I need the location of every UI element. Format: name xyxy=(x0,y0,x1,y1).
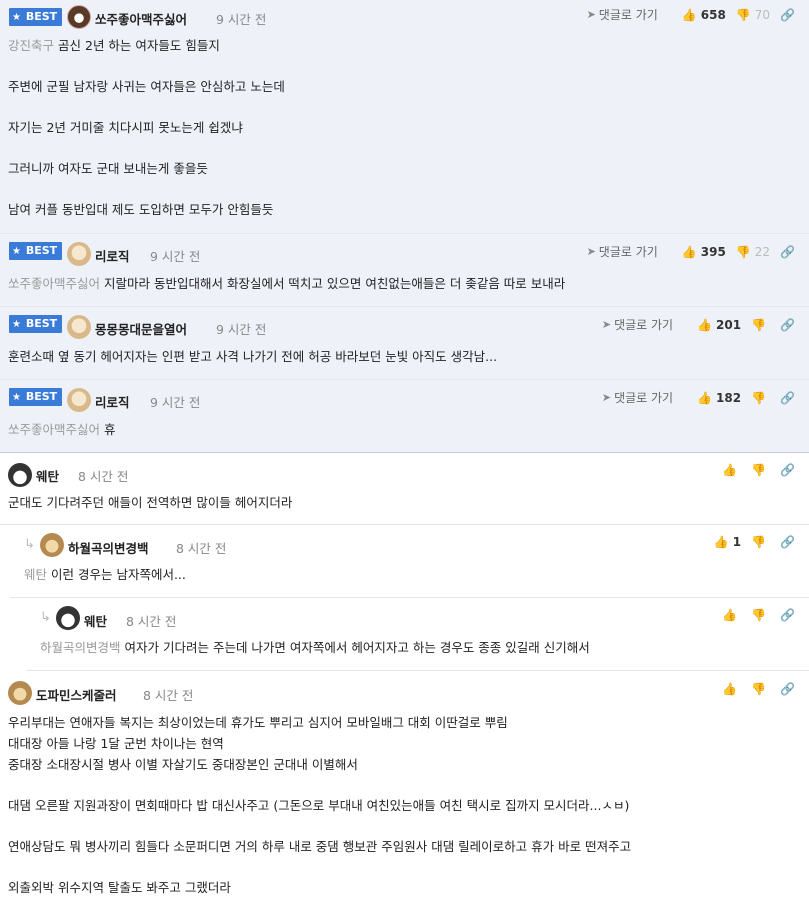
upvote-button[interactable]: 👍 xyxy=(722,608,741,622)
thumbs-down-icon: 👎 xyxy=(751,317,767,332)
send-arrow-icon: ➤ xyxy=(601,391,612,404)
downvote-button[interactable]: 👎 22 xyxy=(736,245,770,259)
upvote-button[interactable]: 👍 xyxy=(722,463,741,477)
comment-time: 9 시간 전 xyxy=(216,12,267,27)
link-icon: 🔗 xyxy=(780,463,795,477)
best-badge: ★ BEST xyxy=(9,8,63,26)
thumbs-down-icon: 👎 xyxy=(751,608,767,622)
send-arrow-icon: ➤ xyxy=(586,245,596,258)
thumbs-up-icon: 👍 xyxy=(697,317,713,332)
downvote-button[interactable]: 👎 xyxy=(751,391,770,405)
comment-body: 강진축구 곰신 2년 하는 여자들도 힘들지 주변에 군필 남자랑 사귀는 여자들… xyxy=(8,38,285,217)
link-icon: 🔗 xyxy=(780,608,795,622)
upvote-button[interactable]: 👍 xyxy=(722,682,741,696)
downvote-button[interactable]: 👎 70 xyxy=(736,8,770,22)
comment-best-3: ★ BEST 몽몽몽대문을열어 9 시간 전 ➤ 댓글로 가기 👍 201 👎 🔗 … xyxy=(0,307,809,380)
comment: 웨탄 8 시간 전 👍 👎 🔗 군대도 기다려주던 애들이 전역하면 많이들 헤… xyxy=(0,453,809,525)
send-arrow-icon: ➤ xyxy=(586,8,596,21)
mention[interactable]: 쏘주좋아맥주싫어 xyxy=(8,422,100,437)
mention[interactable]: 쏘주좋아맥주싫어 xyxy=(8,276,100,291)
reply-arrow-icon: ↳ xyxy=(40,610,51,625)
thumbs-up-icon: 👍 xyxy=(713,535,729,549)
comment-author[interactable]: 쏘주좋아맥주싫어 xyxy=(95,9,187,28)
comment-body: 우리부대는 연애자들 복지는 최상이었는데 휴가도 뿌리고 심지어 모바일배그 … xyxy=(8,715,632,895)
downvote-button[interactable]: 👎 xyxy=(751,535,770,549)
permalink-button[interactable]: 🔗 xyxy=(780,391,799,405)
thumbs-up-icon: 👍 xyxy=(681,7,697,22)
reply-link[interactable]: ➤ 댓글로 가기 xyxy=(587,6,658,23)
comment-best-2: ★ BEST 리로직 9 시간 전 ➤ 댓글로 가기 👍 395 👎 22 🔗 쏘주좋… xyxy=(0,234,809,307)
upvote-button[interactable]: 👍 658 xyxy=(682,8,726,22)
send-arrow-icon: ➤ xyxy=(601,318,612,331)
best-badge: ★ BEST xyxy=(9,388,63,406)
thumbs-down-icon: 👎 xyxy=(751,463,767,477)
comment-body: 쏘주좋아맥주싫어 휴 xyxy=(8,422,116,437)
reply-link[interactable]: ➤ 댓글로 가기 xyxy=(587,243,658,260)
comment-reply: ↳ 하월곡의변경백 8 시간 전 👍 1 👎 🔗 웨탄 이런 경우는 남자쪽에서..… xyxy=(10,525,809,598)
comment-body: 훈련소때 옆 동기 헤어지자는 인편 받고 사격 나가기 전에 허공 바라보던 … xyxy=(8,349,498,364)
star-icon: ★ xyxy=(12,392,21,403)
thumbs-up-icon: 👍 xyxy=(722,463,738,477)
permalink-button[interactable]: 🔗 xyxy=(780,608,799,622)
thumbs-up-icon: 👍 xyxy=(681,244,697,259)
permalink-button[interactable]: 🔗 xyxy=(780,8,799,22)
mention[interactable]: 하월곡의변경백 xyxy=(40,640,121,655)
link-icon: 🔗 xyxy=(780,535,795,549)
permalink-button[interactable]: 🔗 xyxy=(780,463,799,477)
thumbs-down-icon: 👎 xyxy=(751,390,767,405)
star-icon: ★ xyxy=(12,246,21,257)
avatar[interactable] xyxy=(67,5,91,29)
permalink-button[interactable]: 🔗 xyxy=(780,535,799,549)
downvote-button[interactable]: 👎 xyxy=(751,318,770,332)
comment: 도파민스케줄러 8 시간 전 👍 👎 🔗 우리부대는 연애자들 복지는 최상이었… xyxy=(0,671,809,905)
best-badge: ★ BEST xyxy=(9,315,63,333)
downvote-button[interactable]: 👎 xyxy=(751,608,770,622)
thumbs-down-icon: 👎 xyxy=(735,244,751,259)
thumbs-up-icon: 👍 xyxy=(722,682,738,696)
upvote-button[interactable]: 👍 201 xyxy=(697,318,741,332)
comment-body: 웨탄 이런 경우는 남자쪽에서... xyxy=(24,567,186,582)
thumbs-down-icon: 👎 xyxy=(735,7,751,22)
link-icon: 🔗 xyxy=(780,7,795,22)
thumbs-down-icon: 👎 xyxy=(751,682,767,696)
link-icon: 🔗 xyxy=(780,317,795,332)
upvote-button[interactable]: 👍 1 xyxy=(714,535,741,549)
link-icon: 🔗 xyxy=(780,682,795,696)
reply-link[interactable]: ➤ 댓글로 가기 xyxy=(602,316,673,333)
permalink-button[interactable]: 🔗 xyxy=(780,682,799,696)
downvote-button[interactable]: 👎 xyxy=(751,682,770,696)
comment-best-1: ★ BEST 쏘주좋아맥주싫어 9 시간 전 ➤ 댓글로 가기 👍 658 👎 70 … xyxy=(0,0,809,234)
comment-best-4: ★ BEST 리로직 9 시간 전 ➤ 댓글로 가기 👍 182 👎 🔗 쏘주좋아맥… xyxy=(0,380,809,453)
comment-body: 하월곡의변경백 여자가 기다려는 주는데 나가면 여자쪽에서 헤어지자고 하는 경… xyxy=(40,640,590,655)
comment-body: 쏘주좋아맥주싫어 지랄마라 동반입대해서 화장실에서 떡치고 있으면 여친없는애들… xyxy=(8,276,566,291)
best-badge: ★ BEST xyxy=(9,242,63,260)
star-icon: ★ xyxy=(12,12,21,23)
link-icon: 🔗 xyxy=(780,244,795,259)
link-icon: 🔗 xyxy=(780,390,795,405)
comment-body: 군대도 기다려주던 애들이 전역하면 많이들 헤어지더라 xyxy=(8,495,293,510)
thumbs-up-icon: 👍 xyxy=(722,608,738,622)
mention[interactable]: 강진축구 xyxy=(8,38,54,53)
reply-link[interactable]: ➤ 댓글로 가기 xyxy=(602,389,673,406)
reply-arrow-icon: ↳ xyxy=(24,537,35,552)
downvote-button[interactable]: 👎 xyxy=(751,463,770,477)
permalink-button[interactable]: 🔗 xyxy=(780,318,799,332)
mention[interactable]: 웨탄 xyxy=(24,567,47,582)
thumbs-down-icon: 👎 xyxy=(751,535,767,549)
thumbs-up-icon: 👍 xyxy=(697,390,713,405)
permalink-button[interactable]: 🔗 xyxy=(780,245,799,259)
star-icon: ★ xyxy=(12,319,21,330)
comment-reply: ↳ 웨탄 8 시간 전 👍 👎 🔗 하월곡의변경백 여자가 기다려는 주는데 나가… xyxy=(26,598,809,671)
upvote-button[interactable]: 👍 395 xyxy=(682,245,726,259)
upvote-button[interactable]: 👍 182 xyxy=(697,391,741,405)
